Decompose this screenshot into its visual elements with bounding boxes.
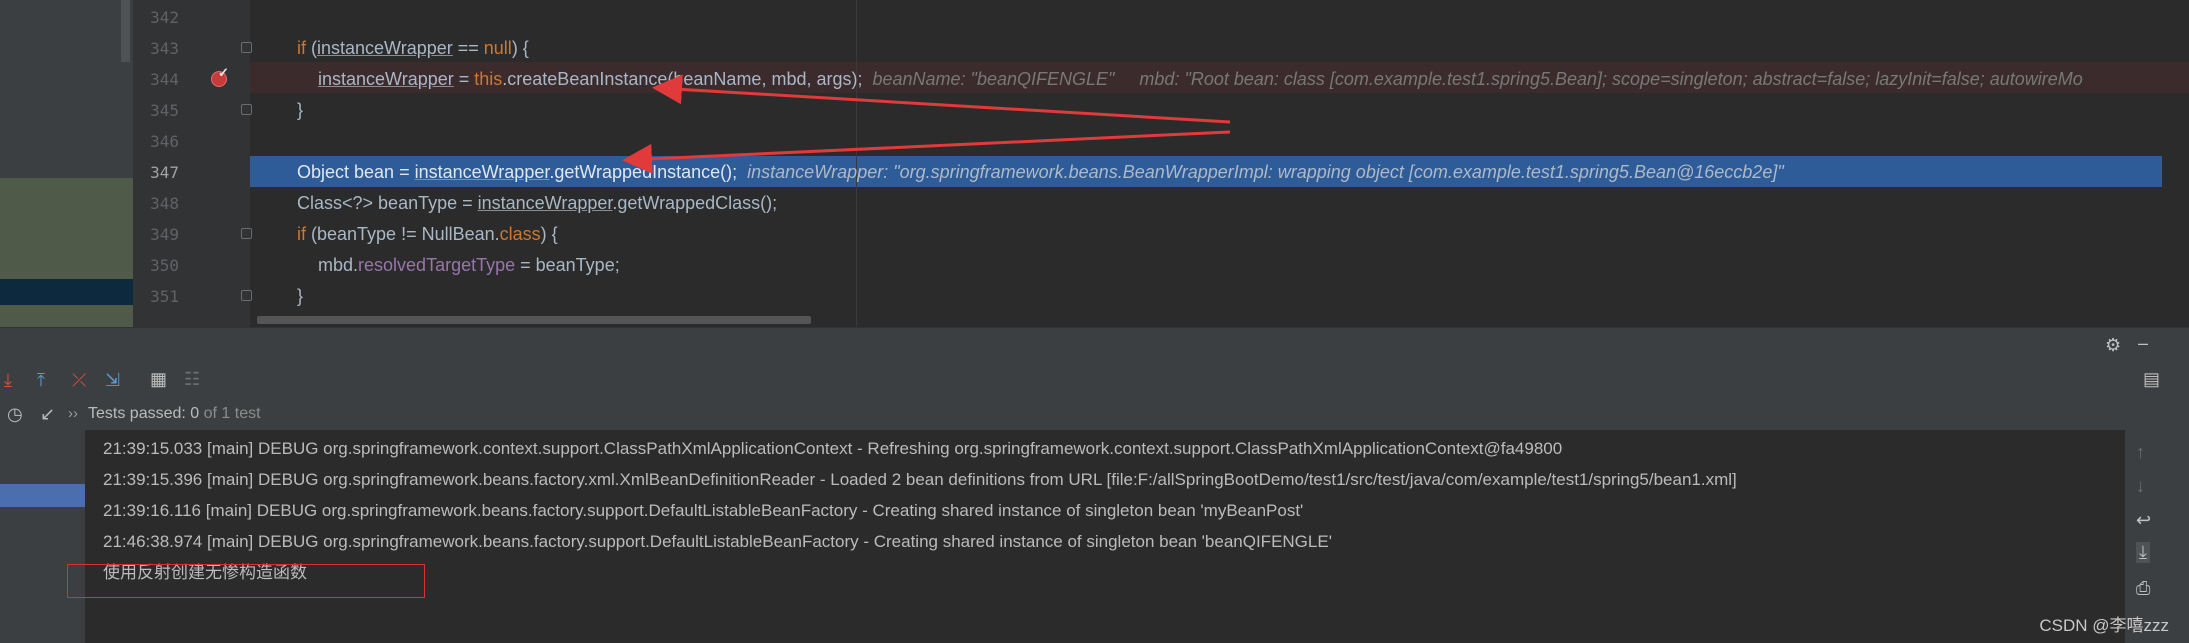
keyword: null <box>483 38 512 58</box>
code-token: .getWrappedClass(); <box>612 193 778 213</box>
print-icon[interactable]: ⎙ <box>2136 578 2150 599</box>
project-tree-strip <box>0 0 133 327</box>
grid-icon[interactable]: ☷ <box>184 369 200 389</box>
keyword: class <box>499 224 541 244</box>
code-token: .getWrappedInstance(); <box>549 162 738 182</box>
code-token: (beanType != NullBean. <box>306 224 500 244</box>
editor-horizontal-scrollbar[interactable] <box>257 316 811 324</box>
fold-icon[interactable] <box>241 290 252 301</box>
panel-header <box>0 327 2189 363</box>
tests-status: Tests passed: 0 of 1 test <box>88 405 261 423</box>
upload-icon[interactable]: ⤒ <box>37 370 45 390</box>
code-line-344: instanceWrapper = this.createBeanInstanc… <box>318 64 2083 95</box>
code-line-349: if (beanType != NullBean.class) { <box>297 219 558 250</box>
fold-icon[interactable] <box>241 42 252 53</box>
tree-block-selected[interactable] <box>0 279 133 305</box>
console-line: 21:46:38.974 [main] DEBUG org.springfram… <box>103 532 1332 551</box>
more-chevron-icon[interactable]: ›› <box>68 404 78 424</box>
code-line-345: } <box>297 100 304 120</box>
line-number: 342 <box>150 8 179 27</box>
console-line: 21:39:15.033 [main] DEBUG org.springfram… <box>103 439 1563 458</box>
code-token: instanceWrapper <box>318 69 454 89</box>
code-token: == <box>452 38 484 58</box>
code-token: ( <box>306 38 317 58</box>
line-number: 349 <box>150 225 179 244</box>
tree-scrollbar[interactable] <box>121 0 130 62</box>
code-token: instanceWrapper <box>477 193 613 213</box>
test-tree <box>0 430 85 643</box>
layout-icon[interactable]: ▤ <box>2143 369 2160 389</box>
code-line-343: if (instanceWrapper == null) { <box>297 33 529 64</box>
history-icon[interactable]: ◷ <box>7 404 23 424</box>
code-token: .createBeanInstance(beanName, mbd, args)… <box>502 69 863 89</box>
stop-debug-icon[interactable]: ⤫ <box>72 370 86 390</box>
line-number: 351 <box>150 287 179 306</box>
scroll-down-icon[interactable]: ↓ <box>2136 476 2145 497</box>
code-token: = <box>453 69 475 89</box>
code-token: resolvedTargetType <box>358 255 516 275</box>
minimize-icon[interactable]: – <box>2138 333 2148 353</box>
tree-block-green-2 <box>0 305 133 327</box>
console-line: 21:39:16.116 [main] DEBUG org.springfram… <box>103 501 1304 520</box>
gear-icon[interactable]: ⚙ <box>2105 335 2121 355</box>
code-token: instanceWrapper <box>317 38 453 58</box>
tests-count: 0 <box>190 405 200 422</box>
fold-icon[interactable] <box>241 228 252 239</box>
tree-block-green <box>0 178 133 279</box>
breakpoint-check-icon: ✓ <box>218 65 229 80</box>
keyword: if <box>297 38 306 58</box>
run-to-cursor-icon[interactable]: ⇲ <box>105 370 120 390</box>
soft-wrap-icon[interactable]: ↩ <box>2136 510 2151 531</box>
inline-debug-hint: instanceWrapper: "org.springframework.be… <box>747 162 1784 182</box>
code-token: ) { <box>540 224 558 244</box>
code-token: Class<?> beanType = <box>297 193 478 213</box>
line-number: 347 <box>150 163 179 182</box>
scroll-to-end-icon[interactable]: ⤓ <box>2136 542 2150 563</box>
code-token: = beanType; <box>515 255 620 275</box>
inline-debug-hint: mbd: "Root bean: class [com.example.test… <box>1139 69 2083 89</box>
export-icon[interactable]: ↙ <box>40 404 55 424</box>
download-icon[interactable]: ⤓ <box>4 370 12 390</box>
code-token: Object bean = <box>297 162 415 182</box>
console-line: 21:39:15.396 [main] DEBUG org.springfram… <box>103 470 1737 489</box>
watermark: CSDN @李嘻zzz <box>2039 616 2169 635</box>
fold-icon[interactable] <box>241 104 252 115</box>
code-line-350: mbd.resolvedTargetType = beanType; <box>318 250 620 281</box>
line-number: 350 <box>150 256 179 275</box>
code-line-348: Class<?> beanType = instanceWrapper.getW… <box>297 188 777 219</box>
code-line-351: } <box>297 286 304 306</box>
scroll-up-icon[interactable]: ↑ <box>2136 442 2145 463</box>
code-token: ) { <box>511 38 529 58</box>
tests-total: of 1 test <box>199 405 261 422</box>
test-tree-selected-item[interactable] <box>0 484 85 507</box>
code-token: instanceWrapper <box>414 162 550 182</box>
line-number: 343 <box>150 39 179 58</box>
tests-status-label: Tests passed: <box>88 405 191 422</box>
keyword: if <box>297 224 306 244</box>
code-line-347: Object bean = instanceWrapper.getWrapped… <box>297 157 1784 188</box>
keyword: this <box>474 69 503 89</box>
line-number: 348 <box>150 194 179 213</box>
annotation-box <box>67 564 425 598</box>
line-number: 345 <box>150 101 179 120</box>
inline-debug-hint: beanName: "beanQIFENGLE" <box>872 69 1115 89</box>
table-icon[interactable]: ▦ <box>150 369 167 389</box>
line-number: 346 <box>150 132 179 151</box>
line-number: 344 <box>150 70 179 89</box>
code-token: mbd. <box>318 255 359 275</box>
